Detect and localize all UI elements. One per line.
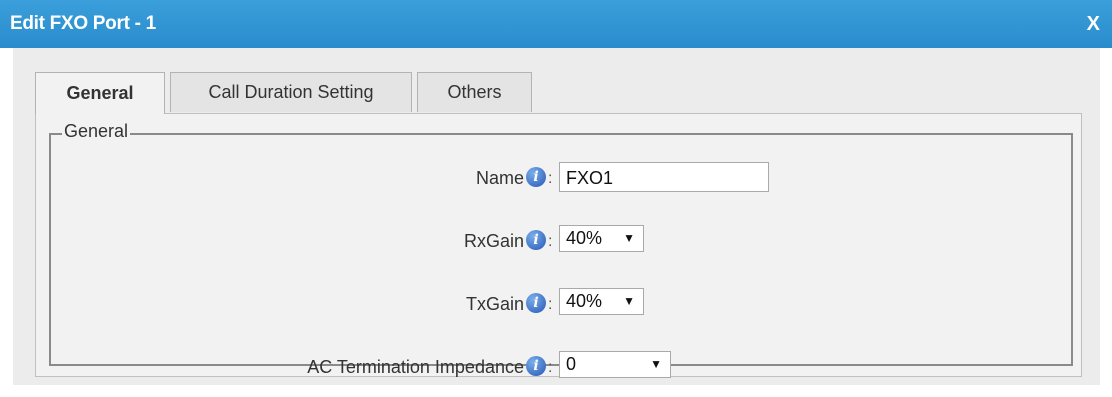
tab-panel-general: General Name i : RxGain i : 40% ▼ (35, 113, 1082, 378)
rxgain-selected-value: 40% (566, 228, 603, 248)
label-colon: : (548, 359, 553, 376)
info-icon[interactable]: i (526, 230, 546, 250)
txgain-select[interactable]: 40% ▼ (559, 288, 644, 315)
triangle-down-icon: ▼ (650, 357, 662, 371)
fieldset-legend: General (62, 121, 131, 142)
info-icon[interactable]: i (526, 356, 546, 376)
rxgain-label: RxGain (463, 231, 524, 251)
edit-fxo-port-dialog: Edit FXO Port - 1 X General Call Duratio… (0, 0, 1112, 397)
name-label: Name (475, 168, 524, 188)
general-fieldset: General Name i : RxGain i : 40% ▼ (49, 121, 1073, 378)
info-icon[interactable]: i (526, 167, 546, 187)
label-colon: : (548, 296, 553, 313)
triangle-down-icon: ▼ (623, 294, 635, 308)
dialog-titlebar: Edit FXO Port - 1 X (0, 0, 1112, 48)
ac-impedance-label: AC Termination Impedance (307, 357, 524, 377)
triangle-down-icon: ▼ (623, 231, 635, 245)
txgain-selected-value: 40% (566, 291, 603, 311)
dialog-content: General Call Duration Setting Others Gen… (13, 48, 1100, 385)
txgain-row: TxGain i : 40% ▼ (51, 288, 1071, 322)
ac-impedance-row: AC Termination Impedance i : 0 ▼ (51, 351, 1071, 385)
rxgain-select[interactable]: 40% ▼ (559, 225, 644, 252)
name-row: Name i : (51, 162, 1071, 196)
ac-impedance-select[interactable]: 0 ▼ (559, 351, 671, 378)
ac-impedance-selected-value: 0 (566, 354, 577, 374)
label-colon: : (548, 233, 553, 250)
close-button[interactable]: X (1087, 13, 1100, 36)
dialog-title: Edit FXO Port - 1 (10, 13, 156, 34)
rxgain-row: RxGain i : 40% ▼ (51, 225, 1071, 259)
tab-call-duration-setting[interactable]: Call Duration Setting (170, 72, 412, 112)
txgain-label: TxGain (465, 294, 524, 314)
info-icon[interactable]: i (526, 293, 546, 313)
label-colon: : (548, 170, 553, 187)
tab-general[interactable]: General (35, 72, 165, 114)
name-input[interactable] (559, 162, 769, 192)
tab-others[interactable]: Others (417, 72, 532, 112)
